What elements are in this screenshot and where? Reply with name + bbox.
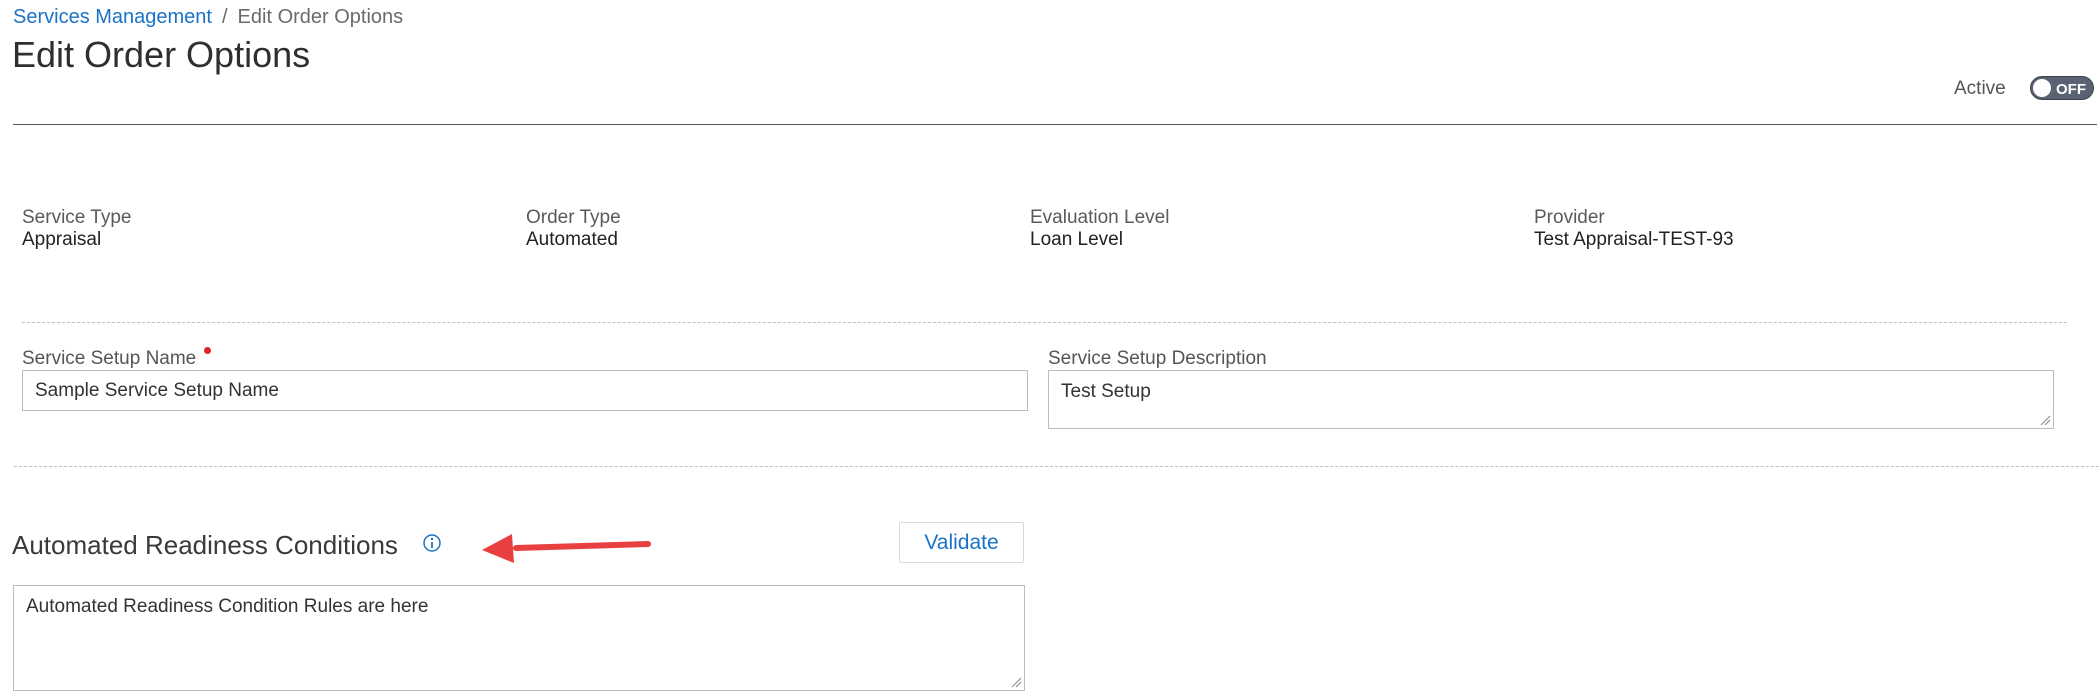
page-title: Edit Order Options — [12, 34, 311, 75]
readiness-rules-textarea[interactable]: Automated Readiness Condition Rules are … — [13, 585, 1025, 691]
readiness-section-title: Automated Readiness Conditions — [12, 530, 398, 560]
service-setup-description-text: Test Setup — [1061, 381, 1151, 402]
annotation-arrow-icon — [482, 534, 651, 563]
resize-grip-icon[interactable] — [2039, 414, 2051, 426]
active-label: Active — [1954, 78, 2006, 99]
toggle-knob — [2033, 79, 2051, 97]
order-type-value: Automated — [526, 229, 618, 250]
info-circle-icon[interactable] — [422, 533, 442, 553]
service-type-label: Service Type — [22, 207, 132, 228]
active-toggle[interactable]: OFF — [2030, 76, 2094, 100]
evaluation-level-value: Loan Level — [1030, 229, 1123, 250]
service-setup-name-label: Service Setup Name — [22, 348, 197, 369]
provider-value: Test Appraisal-TEST-93 — [1534, 229, 1734, 250]
readiness-rules-text: Automated Readiness Condition Rules are … — [26, 596, 429, 617]
order-type-label: Order Type — [526, 207, 621, 228]
required-indicator — [204, 347, 211, 354]
breadcrumb: Services Management / Edit Order Options — [13, 6, 403, 29]
resize-grip-icon[interactable] — [1010, 676, 1022, 688]
service-setup-description-textarea[interactable]: Test Setup — [1048, 370, 2054, 429]
service-type-value: Appraisal — [22, 229, 102, 250]
toggle-state-text: OFF — [2056, 81, 2086, 98]
breadcrumb-link-services-management[interactable]: Services Management — [13, 6, 212, 28]
breadcrumb-separator: / — [221, 6, 228, 28]
provider-label: Provider — [1534, 207, 1605, 228]
section-divider — [22, 322, 2067, 323]
breadcrumb-current: Edit Order Options — [237, 6, 404, 28]
service-setup-name-input[interactable] — [22, 370, 1028, 411]
section-divider — [14, 466, 2099, 467]
service-setup-description-label: Service Setup Description — [1048, 348, 1267, 369]
validate-button[interactable]: Validate — [899, 522, 1024, 563]
evaluation-level-label: Evaluation Level — [1030, 207, 1170, 228]
header-divider — [13, 124, 2097, 125]
